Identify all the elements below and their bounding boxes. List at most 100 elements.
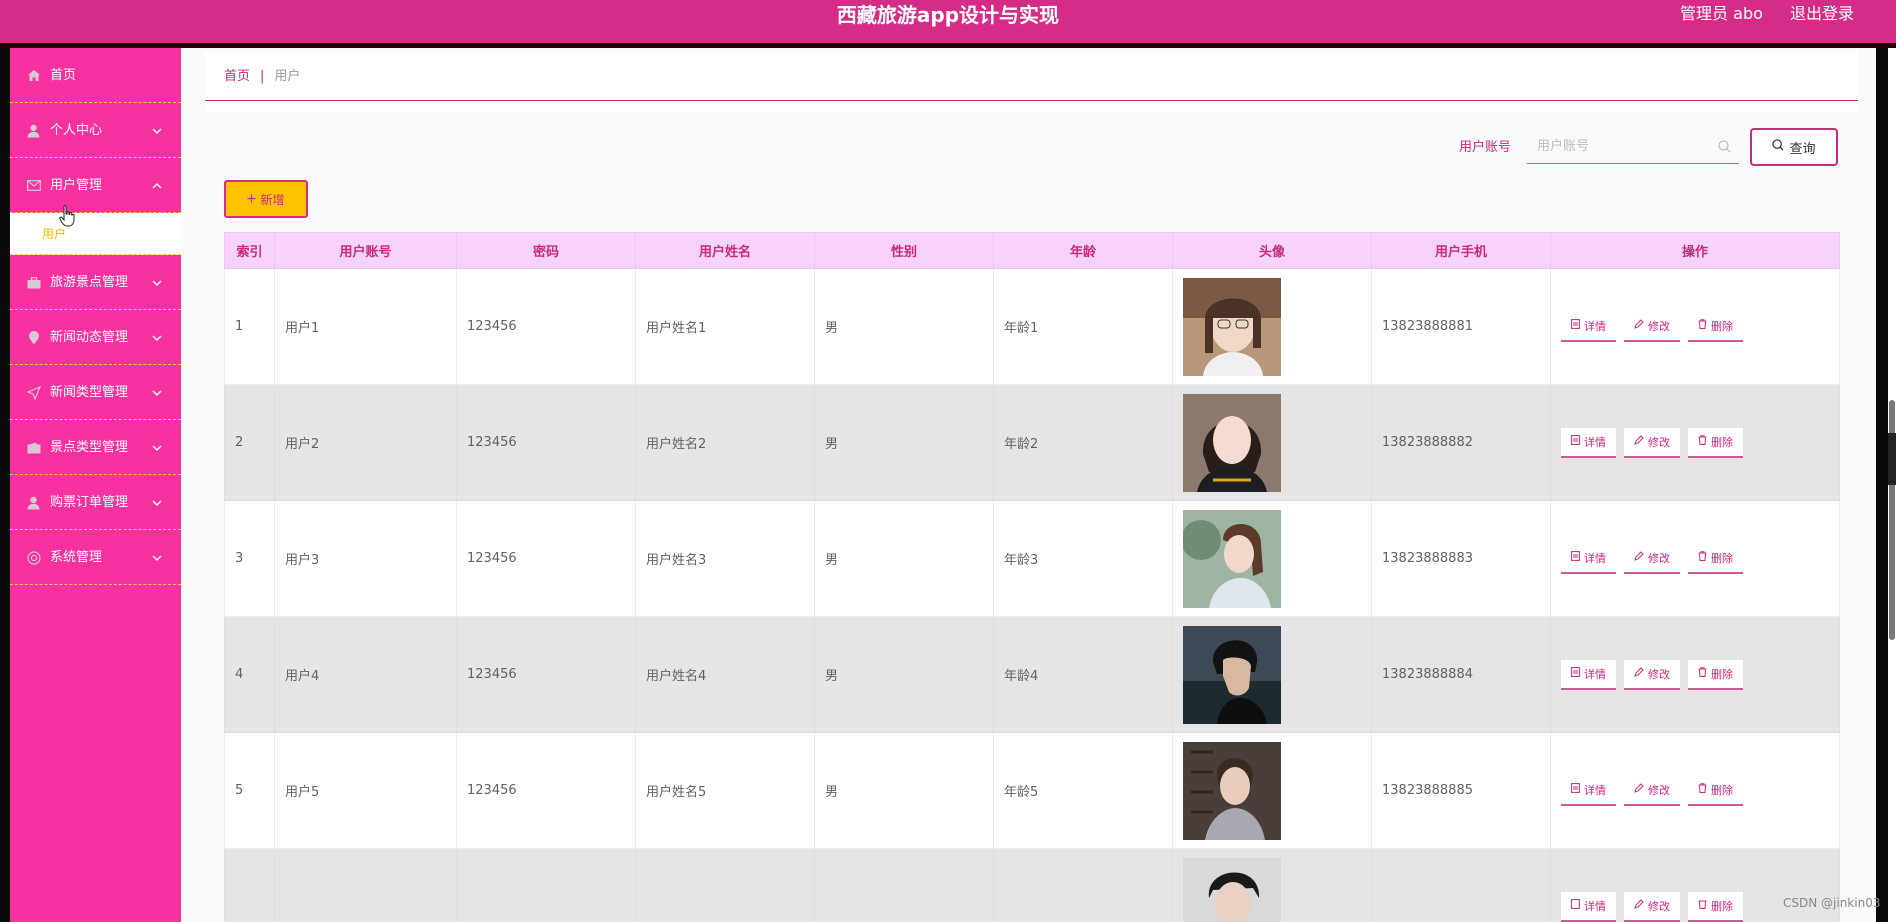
column-header: 头像 <box>1172 232 1372 269</box>
chevron-down-icon <box>152 420 162 475</box>
cell-password <box>456 848 636 922</box>
cell-age: 年龄4 <box>993 616 1173 733</box>
edit-button[interactable]: 修改 <box>1624 775 1680 806</box>
chevron-down-icon <box>152 255 162 310</box>
cell-name: 用户姓名2 <box>635 384 815 501</box>
wallet-icon <box>26 440 41 455</box>
breadcrumb-separator: | <box>260 69 265 84</box>
sidebar-item-news-type[interactable]: 新闻类型管理 <box>10 365 181 420</box>
cell-avatar <box>1172 848 1372 922</box>
search-input[interactable] <box>1527 128 1719 164</box>
detail-button[interactable]: 详情 <box>1561 543 1616 574</box>
trash-icon <box>1698 435 1707 448</box>
app-title: 西藏旅游app设计与实现 <box>836 3 1060 27</box>
document-icon <box>1571 667 1580 680</box>
edit-label: 修改 <box>1648 319 1670 333</box>
cell-account: 用户3 <box>274 500 457 617</box>
hand-cursor-icon <box>59 205 75 233</box>
content-area: 用户账号 查询 新增 <box>205 112 1858 922</box>
detail-button[interactable]: 详情 <box>1561 891 1616 922</box>
query-button-label: 查询 <box>1789 141 1816 157</box>
detail-button[interactable]: 详情 <box>1561 775 1616 806</box>
sidebar-item-profile[interactable]: 个人中心 <box>10 103 181 158</box>
cell-name <box>635 848 815 922</box>
chevron-up-icon <box>152 158 162 213</box>
delete-label: 删除 <box>1711 435 1733 449</box>
add-button[interactable]: 新增 <box>224 180 308 218</box>
column-header: 用户姓名 <box>635 232 815 269</box>
column-header: 用户手机 <box>1371 232 1551 269</box>
column-header: 索引 <box>224 232 275 269</box>
cell-account: 用户4 <box>274 616 457 733</box>
cell-index: 3 <box>224 500 275 617</box>
sidebar-item-home[interactable]: 首页 <box>10 48 181 103</box>
home-icon <box>26 68 41 83</box>
delete-button[interactable]: 删除 <box>1688 891 1743 922</box>
cell-gender <box>814 848 994 922</box>
edit-label: 修改 <box>1648 551 1670 565</box>
settings-icon <box>26 550 41 565</box>
column-header: 性别 <box>814 232 994 269</box>
sidebar-item-system[interactable]: 系统管理 <box>10 530 181 585</box>
column-header: 年龄 <box>993 232 1173 269</box>
cell-phone: 13823888884 <box>1371 616 1551 733</box>
edit-button[interactable]: 修改 <box>1624 543 1680 574</box>
sidebar-item-label: 旅游景点管理 <box>50 275 129 290</box>
cell-avatar <box>1172 500 1372 617</box>
delete-button[interactable]: 删除 <box>1688 427 1743 458</box>
sidebar-item-label: 新闻类型管理 <box>50 385 129 400</box>
avatar <box>1183 277 1281 376</box>
delete-button[interactable]: 删除 <box>1688 659 1743 690</box>
detail-button[interactable]: 详情 <box>1561 427 1616 458</box>
detail-button[interactable]: 详情 <box>1561 659 1616 690</box>
cell-avatar <box>1172 268 1372 385</box>
detail-label: 详情 <box>1584 899 1606 913</box>
app-canvas: 首页 个人中心 用户管理 用户 旅游景点管理 新闻动态管理 新闻类型管理 景点类… <box>10 48 1876 922</box>
scrollbar-marker <box>1888 433 1896 485</box>
plus-icon <box>247 192 256 206</box>
query-button[interactable]: 查询 <box>1750 128 1838 166</box>
edit-icon <box>1634 783 1644 796</box>
sidebar-item-attractions[interactable]: 旅游景点管理 <box>10 255 181 310</box>
cell-account: 用户1 <box>274 268 457 385</box>
search-icon <box>1772 139 1784 155</box>
detail-label: 详情 <box>1584 435 1606 449</box>
sidebar-item-label: 购票订单管理 <box>50 495 129 510</box>
edit-button[interactable]: 修改 <box>1624 311 1680 342</box>
avatar <box>1183 509 1281 608</box>
column-header: 用户账号 <box>274 232 457 269</box>
user-icon <box>26 495 41 510</box>
delete-label: 删除 <box>1711 783 1733 797</box>
cell-password: 123456 <box>456 500 636 617</box>
header-user-area: 管理员 abo 退出登录 <box>1658 3 1854 25</box>
document-icon <box>1571 899 1580 912</box>
table-row: 2 用户2 123456 用户姓名2 男 年龄2 13823888882 详情 … <box>224 384 1840 501</box>
sidebar-item-attraction-type[interactable]: 景点类型管理 <box>10 420 181 475</box>
delete-button[interactable]: 删除 <box>1688 311 1743 342</box>
delete-button[interactable]: 删除 <box>1688 775 1743 806</box>
sidebar-item-news[interactable]: 新闻动态管理 <box>10 310 181 365</box>
cell-index: 1 <box>224 268 275 385</box>
sidebar-item-ticket-orders[interactable]: 购票订单管理 <box>10 475 181 530</box>
edit-button[interactable]: 修改 <box>1624 891 1680 922</box>
sidebar-item-label: 景点类型管理 <box>50 440 129 455</box>
cell-gender: 男 <box>814 500 994 617</box>
detail-label: 详情 <box>1584 667 1606 681</box>
cell-name: 用户姓名5 <box>635 732 815 849</box>
top-header: 西藏旅游app设计与实现 管理员 abo 退出登录 <box>0 0 1896 43</box>
delete-button[interactable]: 删除 <box>1688 543 1743 574</box>
detail-button[interactable]: 详情 <box>1561 311 1616 342</box>
edit-button[interactable]: 修改 <box>1624 659 1680 690</box>
cell-account: 用户5 <box>274 732 457 849</box>
edit-button[interactable]: 修改 <box>1624 427 1680 458</box>
table-row: 3 用户3 123456 用户姓名3 男 年龄3 13823888883 详情 … <box>224 500 1840 617</box>
cell-phone: 13823888885 <box>1371 732 1551 849</box>
logout-button[interactable]: 退出登录 <box>1790 4 1854 23</box>
main-panel: 首页 | 用户 用户账号 查询 新增 <box>205 52 1858 922</box>
breadcrumb-home[interactable]: 首页 <box>224 69 250 84</box>
delete-label: 删除 <box>1711 667 1733 681</box>
sidebar: 首页 个人中心 用户管理 用户 旅游景点管理 新闻动态管理 新闻类型管理 景点类… <box>10 48 181 922</box>
sidebar-item-user-management[interactable]: 用户管理 <box>10 158 181 213</box>
edit-icon <box>1634 667 1644 680</box>
sidebar-item-label: 首页 <box>50 68 77 83</box>
